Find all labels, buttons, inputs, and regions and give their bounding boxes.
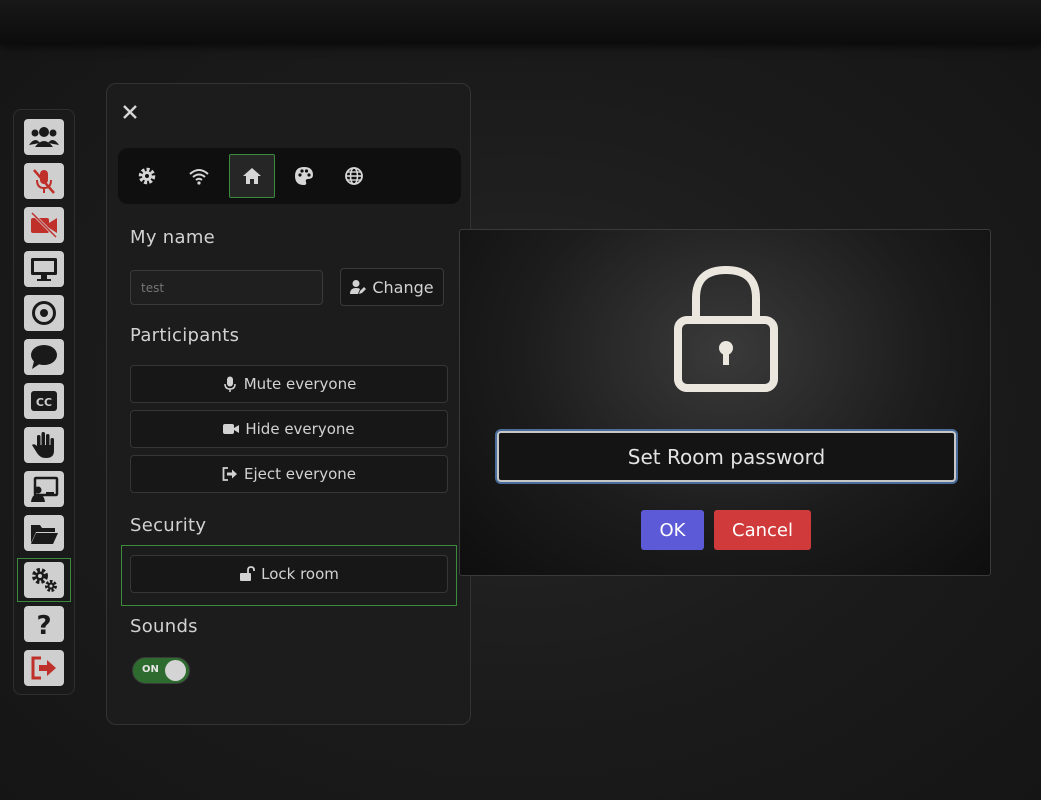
sounds-toggle[interactable]: ON xyxy=(132,657,190,684)
file-sharing-icon xyxy=(31,525,58,544)
svg-text:CC: CC xyxy=(36,396,52,409)
chat-button[interactable] xyxy=(24,339,64,375)
participants-label: Participants xyxy=(130,325,240,346)
participants-button[interactable] xyxy=(24,119,64,155)
captions-button[interactable]: CC xyxy=(24,383,64,419)
change-name-button[interactable]: Change xyxy=(340,268,444,306)
raise-hand-icon xyxy=(32,432,54,458)
leave-room-icon xyxy=(31,656,56,680)
tab-language[interactable] xyxy=(331,154,377,198)
help-icon: ? xyxy=(36,611,51,638)
password-input[interactable]: Set Room password xyxy=(497,431,956,482)
tab-network[interactable] xyxy=(176,154,222,198)
whiteboard-icon xyxy=(31,476,59,502)
lock-icon xyxy=(674,266,778,392)
lock-room-dialog: Set Room password OK Cancel xyxy=(459,229,991,576)
screen-share-button[interactable] xyxy=(24,251,64,287)
video-button[interactable] xyxy=(24,207,64,243)
captions-icon: CC xyxy=(31,391,57,411)
settings-button[interactable] xyxy=(24,562,64,598)
globe-icon xyxy=(345,167,363,185)
palette-icon xyxy=(295,167,313,185)
mute-everyone-label: Mute everyone xyxy=(243,375,357,393)
close-button[interactable] xyxy=(119,101,141,123)
raise-hand-button[interactable] xyxy=(24,427,64,463)
leave-button[interactable] xyxy=(24,650,64,686)
chat-icon xyxy=(31,345,57,369)
user-edit-icon xyxy=(350,280,367,294)
help-button[interactable]: ? xyxy=(24,606,64,642)
mute-everyone-button[interactable]: Mute everyone xyxy=(130,365,448,403)
close-icon xyxy=(123,105,137,119)
unlock-icon xyxy=(240,566,256,581)
settings-icon xyxy=(32,568,57,592)
settings-panel: My name Change Participants Mute everyon… xyxy=(106,83,471,725)
eject-everyone-button[interactable]: Eject everyone xyxy=(130,455,448,493)
top-bar xyxy=(0,0,1041,44)
home-icon xyxy=(243,168,261,184)
svg-text:?: ? xyxy=(36,611,51,638)
security-label: Security xyxy=(130,515,207,536)
sounds-toggle-label: ON xyxy=(142,664,159,675)
lock-room-label: Lock room xyxy=(261,565,339,583)
toggle-knob xyxy=(165,660,186,681)
sign-out-icon xyxy=(222,467,237,481)
name-input[interactable] xyxy=(130,270,323,305)
microphone-muted-icon xyxy=(33,169,55,194)
tab-room[interactable] xyxy=(229,154,275,198)
gear-icon xyxy=(138,167,156,185)
ok-button[interactable]: OK xyxy=(641,510,704,550)
eject-everyone-label: Eject everyone xyxy=(243,465,357,483)
my-name-label: My name xyxy=(130,227,216,248)
mute-button[interactable] xyxy=(24,163,64,199)
video-camera-icon xyxy=(223,424,240,434)
hide-everyone-label: Hide everyone xyxy=(245,420,355,438)
lock-room-button[interactable]: Lock room xyxy=(130,555,448,593)
video-off-icon xyxy=(30,211,58,239)
change-label: Change xyxy=(372,277,434,297)
microphone-icon xyxy=(223,376,236,392)
left-toolbar: CC ? xyxy=(13,109,75,695)
tab-general[interactable] xyxy=(124,154,170,198)
wifi-icon xyxy=(189,169,209,185)
hide-everyone-button[interactable]: Hide everyone xyxy=(130,410,448,448)
record-button[interactable] xyxy=(24,295,64,331)
sounds-label: Sounds xyxy=(130,616,198,637)
tab-theme[interactable] xyxy=(281,154,327,198)
record-icon xyxy=(32,301,56,325)
whiteboard-button[interactable] xyxy=(24,471,64,507)
settings-tab-bar xyxy=(118,148,461,204)
files-button[interactable] xyxy=(24,515,64,551)
cancel-button[interactable]: Cancel xyxy=(714,510,811,550)
participants-icon xyxy=(29,127,59,147)
screen-share-icon xyxy=(31,258,57,281)
